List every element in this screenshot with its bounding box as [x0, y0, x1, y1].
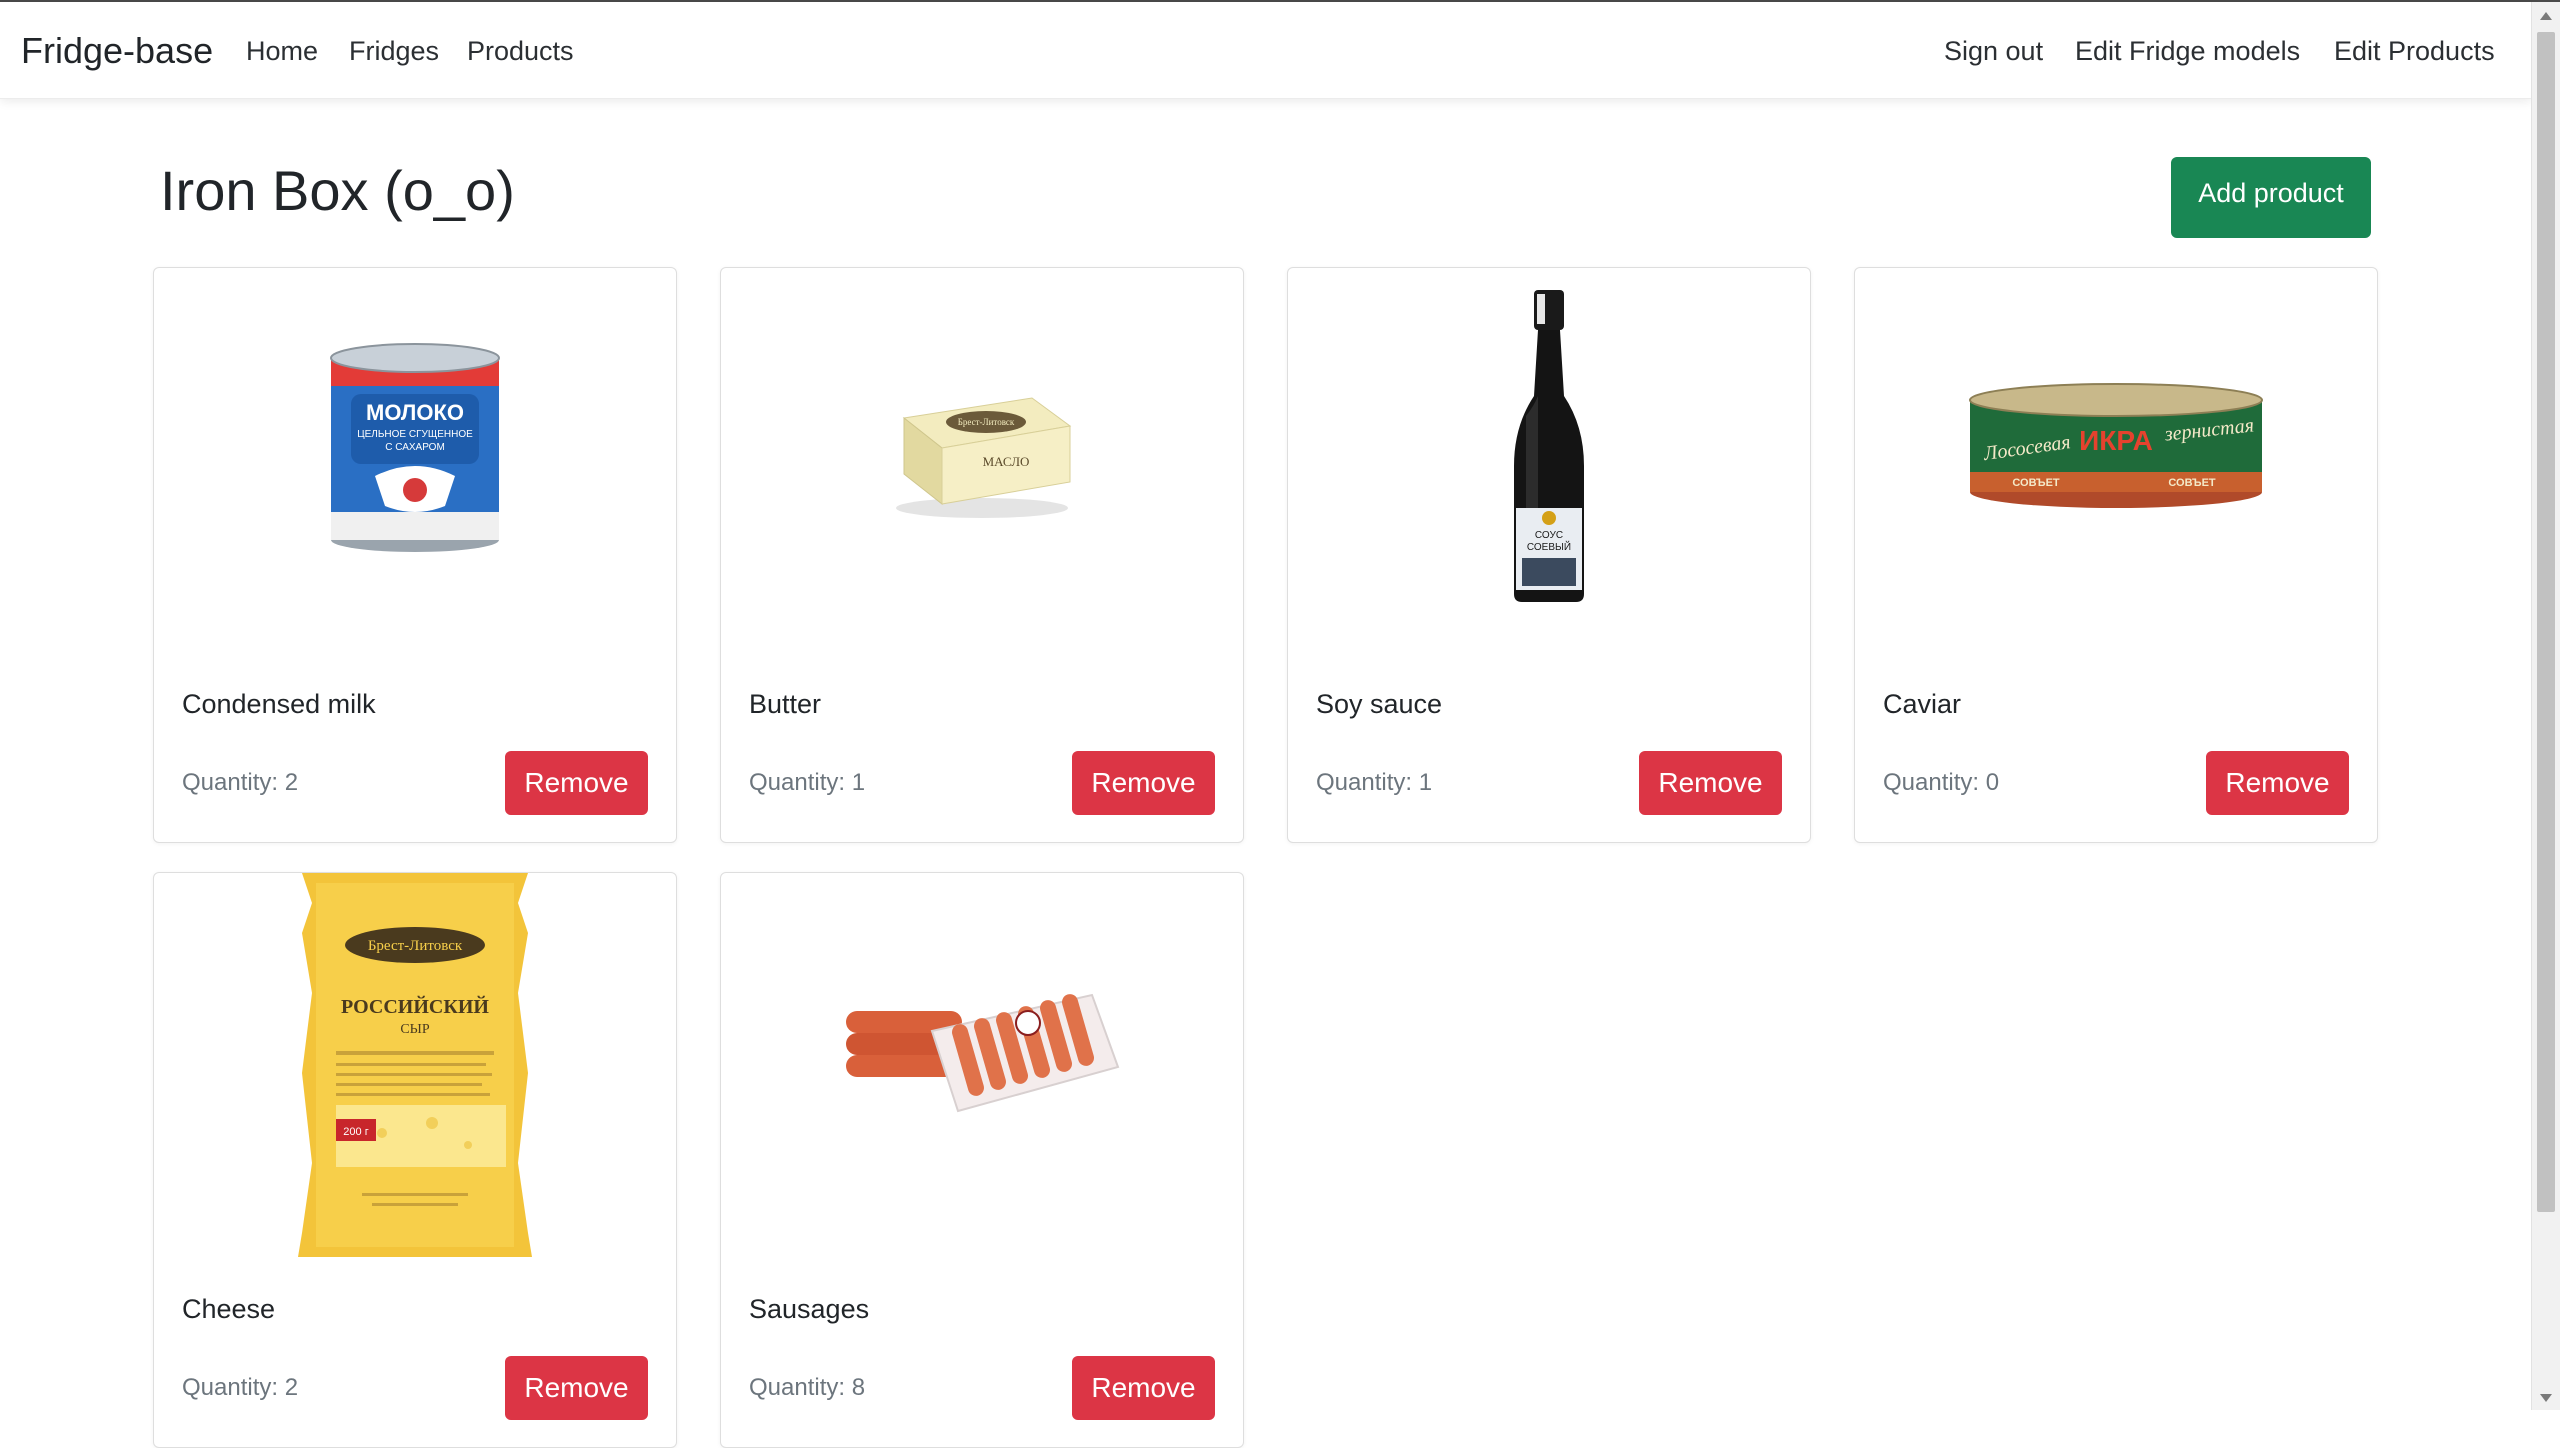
page-scrollbar[interactable]	[2531, 2, 2560, 1410]
milk-brand-text: МОЛОКО	[366, 400, 464, 425]
sausages-pack-icon	[846, 993, 1120, 1112]
butter-package-icon: Брест-Литовск МАСЛО	[896, 396, 1072, 518]
scroll-down-arrow-icon[interactable]	[2540, 1394, 2552, 1402]
nav-link-edit-fridge-models[interactable]: Edit Fridge models	[2075, 36, 2300, 67]
product-image: Брест-Литовск МАСЛО	[721, 268, 1243, 623]
nav-link-home[interactable]: Home	[246, 36, 318, 67]
product-quantity: Quantity: 2	[182, 769, 299, 796]
butter-brand-text: Брест-Литовск	[958, 417, 1015, 427]
remove-button[interactable]: Remove	[505, 1356, 648, 1420]
cheese-package-icon: Брест-Литовск РОССИЙСКИЙ СЫР 200 г	[298, 873, 532, 1257]
scrollbar-thumb[interactable]	[2537, 32, 2555, 1212]
remove-button[interactable]: Remove	[1072, 1356, 1215, 1420]
cheese-title-text: РОССИЙСКИЙ	[341, 995, 489, 1018]
remove-button[interactable]: Remove	[505, 751, 648, 815]
navbar: Fridge-base Home Fridges Products Sign o…	[0, 2, 2532, 99]
product-image: Брест-Литовск РОССИЙСКИЙ СЫР 200 г	[154, 873, 676, 1260]
product-image	[721, 873, 1243, 1228]
milk-type-text: ЦЕЛЬНОЕ СГУЩЕННОЕ	[357, 429, 473, 440]
page-title: Iron Box (o_o)	[160, 159, 515, 222]
product-quantity: Quantity: 1	[749, 769, 866, 796]
remove-button[interactable]: Remove	[1639, 751, 1782, 815]
product-name: Soy sauce	[1316, 689, 1443, 719]
product-name: Cheese	[182, 1294, 276, 1324]
product-card-sausages: Sausages Quantity: 8 Remove	[720, 872, 1244, 1448]
condensed-milk-can-icon: МОЛОКО ЦЕЛЬНОЕ СГУЩЕННОЕ С САХАРОМ	[330, 342, 500, 552]
soy-label-text-1: СОУС	[1535, 530, 1563, 541]
scroll-up-arrow-icon[interactable]	[2540, 12, 2552, 20]
nav-link-sign-out[interactable]: Sign out	[1944, 36, 2043, 67]
product-quantity: Quantity: 1	[1316, 769, 1433, 796]
product-card-cheese: Брест-Литовск РОССИЙСКИЙ СЫР 200 г Chees…	[153, 872, 677, 1448]
cheese-weight-text: 200 г	[343, 1126, 368, 1138]
butter-label-text: МАСЛО	[983, 454, 1030, 469]
caviar-text-5: СОВЪЕТ	[2168, 477, 2216, 489]
milk-sugar-text: С САХАРОМ	[385, 442, 445, 453]
product-quantity: Quantity: 0	[1883, 769, 2000, 796]
product-card-butter: Брест-Литовск МАСЛО Butter Quantity: 1 R…	[720, 267, 1244, 843]
navbar-brand[interactable]: Fridge-base	[21, 30, 213, 72]
remove-button[interactable]: Remove	[2206, 751, 2349, 815]
product-image: Лососевая ИКРА зернистая СОВЪЕТ СОВЪЕТ	[1855, 268, 2377, 623]
product-name: Butter	[749, 689, 822, 719]
soy-sauce-bottle-icon: СОУС СОЕВЫЙ	[1514, 289, 1584, 602]
nav-link-edit-products[interactable]: Edit Products	[2334, 36, 2495, 67]
add-product-button[interactable]: Add product	[2171, 157, 2371, 238]
remove-button[interactable]: Remove	[1072, 751, 1215, 815]
cheese-subtitle-text: СЫР	[400, 1022, 430, 1037]
product-name: Condensed milk	[182, 689, 376, 719]
product-name: Sausages	[749, 1294, 870, 1324]
nav-link-products[interactable]: Products	[467, 36, 574, 67]
product-card-soy-sauce: СОУС СОЕВЫЙ Soy sauce Quantity: 1 Remove	[1287, 267, 1811, 843]
product-card-condensed-milk: МОЛОКО ЦЕЛЬНОЕ СГУЩЕННОЕ С САХАРОМ Conde…	[153, 267, 677, 843]
caviar-text-4: СОВЪЕТ	[2012, 477, 2060, 489]
caviar-text-2: ИКРА	[2079, 425, 2153, 456]
product-image: СОУС СОЕВЫЙ	[1288, 268, 1810, 623]
product-name: Caviar	[1883, 689, 1962, 719]
product-image: МОЛОКО ЦЕЛЬНОЕ СГУЩЕННОЕ С САХАРОМ	[154, 268, 676, 623]
product-quantity: Quantity: 8	[749, 1374, 866, 1401]
product-quantity: Quantity: 2	[182, 1374, 299, 1401]
caviar-tin-icon: Лососевая ИКРА зернистая СОВЪЕТ СОВЪЕТ	[1969, 382, 2263, 508]
soy-label-text-2: СОЕВЫЙ	[1527, 540, 1571, 553]
product-card-caviar: Лососевая ИКРА зернистая СОВЪЕТ СОВЪЕТ C…	[1854, 267, 2378, 843]
cheese-brand-text: Брест-Литовск	[368, 938, 463, 954]
nav-link-fridges[interactable]: Fridges	[349, 36, 439, 67]
